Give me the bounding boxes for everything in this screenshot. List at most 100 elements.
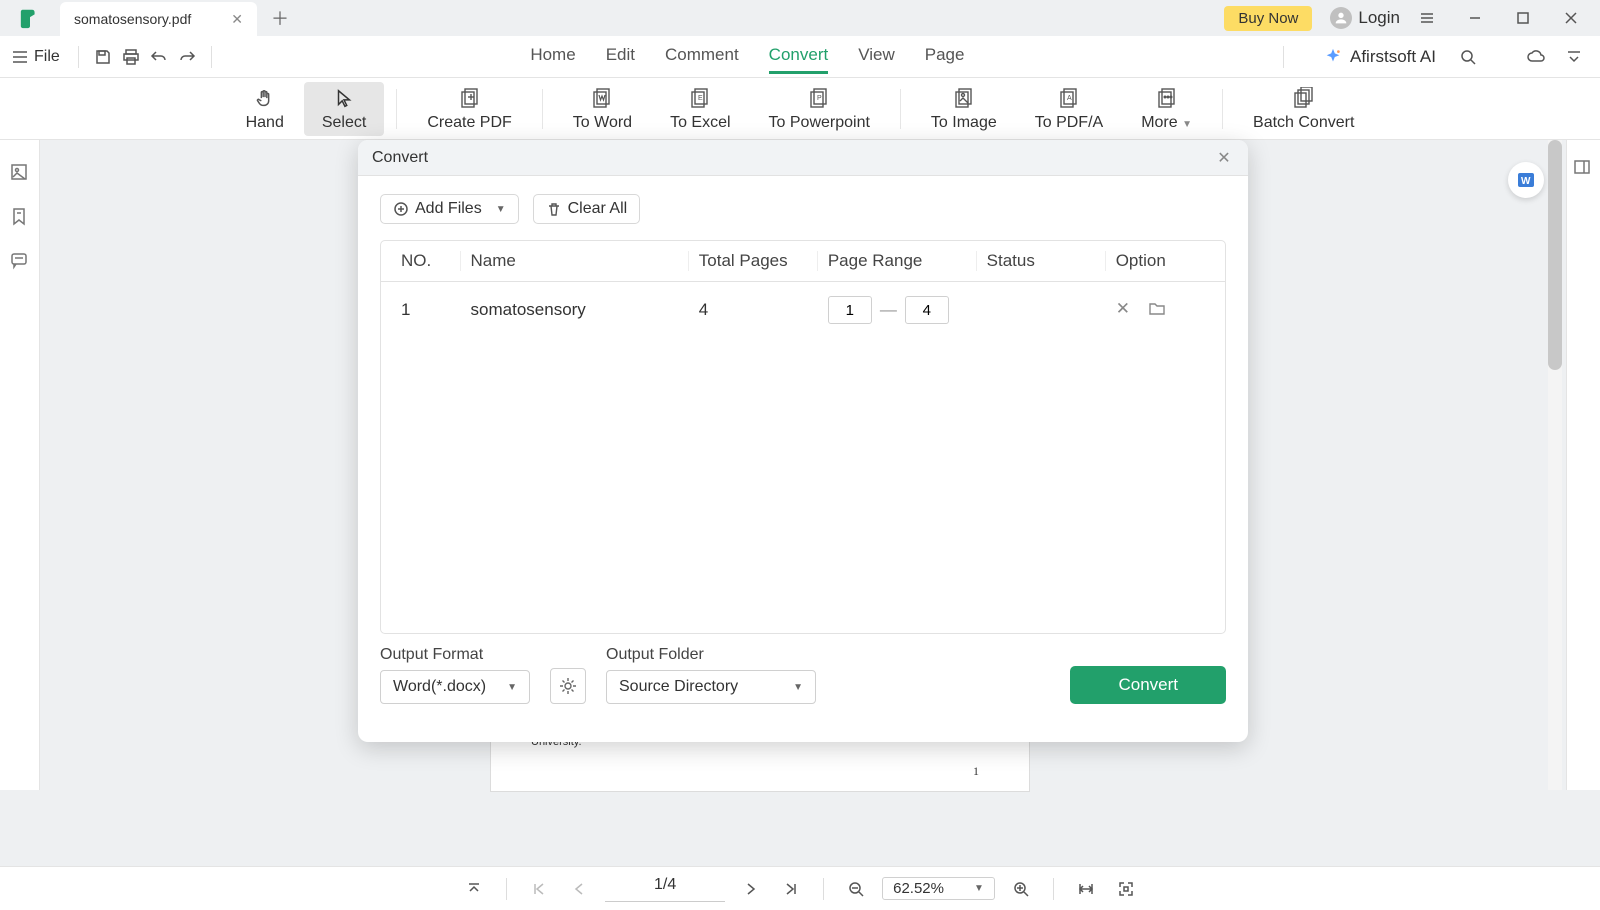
scroll-top-icon[interactable]	[460, 875, 488, 903]
save-icon[interactable]	[89, 43, 117, 71]
range-dash: —	[880, 300, 897, 320]
search-icon[interactable]	[1454, 43, 1482, 71]
file-menu[interactable]: File	[12, 48, 60, 66]
new-tab-button[interactable]: ＋	[271, 5, 289, 31]
to-pdfa-tool[interactable]: A To PDF/A	[1017, 82, 1121, 136]
tab-home[interactable]: Home	[530, 39, 575, 74]
more-tool[interactable]: More ▼	[1123, 82, 1210, 136]
ai-brand-label: Afirstsoft AI	[1350, 47, 1436, 67]
svg-text:E: E	[698, 95, 703, 102]
hamburger-menu-icon[interactable]	[1406, 3, 1448, 33]
login-button[interactable]: Login	[1330, 7, 1400, 29]
word-float-button[interactable]: W	[1508, 162, 1544, 198]
convert-dialog: Convert ✕ Add Files ▼ Clear All NO. Name	[358, 140, 1248, 742]
divider	[900, 89, 901, 129]
undo-icon[interactable]	[145, 43, 173, 71]
output-folder-select[interactable]: Source Directory ▼	[606, 670, 816, 704]
vertical-scrollbar[interactable]	[1548, 140, 1562, 790]
output-format-select[interactable]: Word(*.docx) ▼	[380, 670, 530, 704]
add-files-button[interactable]: Add Files ▼	[380, 194, 519, 224]
batch-convert-tool[interactable]: Batch Convert	[1235, 82, 1372, 136]
dialog-close-icon[interactable]: ✕	[1214, 148, 1234, 168]
tab-edit[interactable]: Edit	[606, 39, 635, 74]
thumbnails-icon[interactable]	[9, 162, 31, 184]
more-label: More ▼	[1141, 114, 1192, 132]
clear-all-button[interactable]: Clear All	[533, 194, 641, 224]
range-to-input[interactable]	[905, 296, 949, 324]
next-page-icon[interactable]	[737, 875, 765, 903]
divider	[396, 89, 397, 129]
zoom-in-icon[interactable]	[1007, 875, 1035, 903]
minimize-button[interactable]	[1454, 3, 1496, 33]
bookmarks-icon[interactable]	[9, 206, 31, 228]
to-word-tool[interactable]: To Word	[555, 82, 650, 136]
ai-brand-button[interactable]: Afirstsoft AI	[1324, 47, 1436, 67]
first-page-icon[interactable]	[525, 875, 553, 903]
svg-text:P: P	[817, 95, 822, 102]
output-folder-value: Source Directory	[619, 678, 738, 696]
select-tool[interactable]: Select	[304, 82, 384, 136]
batch-convert-label: Batch Convert	[1253, 114, 1354, 132]
table-header: NO. Name Total Pages Page Range Status O…	[381, 241, 1225, 282]
convert-button[interactable]: Convert	[1070, 666, 1226, 704]
maximize-button[interactable]	[1502, 3, 1544, 33]
open-folder-icon[interactable]	[1148, 299, 1166, 322]
dialog-title: Convert	[372, 149, 428, 167]
collapse-ribbon-icon[interactable]	[1560, 43, 1588, 71]
page-number: 1	[973, 764, 979, 779]
comments-icon[interactable]	[9, 250, 31, 272]
redo-icon[interactable]	[173, 43, 201, 71]
print-icon[interactable]	[117, 43, 145, 71]
hand-label: Hand	[246, 114, 284, 132]
panel-toggle-icon[interactable]	[1573, 158, 1595, 180]
col-page-range: Page Range	[818, 251, 977, 271]
fit-page-icon[interactable]	[1112, 875, 1140, 903]
prev-page-icon[interactable]	[565, 875, 593, 903]
hand-tool[interactable]: Hand	[228, 82, 302, 136]
files-table: NO. Name Total Pages Page Range Status O…	[380, 240, 1226, 634]
tab-page[interactable]: Page	[925, 39, 965, 74]
create-pdf-label: Create PDF	[427, 114, 511, 132]
close-tab-icon[interactable]: ✕	[231, 11, 243, 28]
window-close-button[interactable]	[1550, 3, 1592, 33]
svg-text:W: W	[1521, 176, 1531, 187]
cloud-icon[interactable]	[1522, 43, 1550, 71]
fit-width-icon[interactable]	[1072, 875, 1100, 903]
zoom-out-icon[interactable]	[842, 875, 870, 903]
to-image-tool[interactable]: To Image	[913, 82, 1015, 136]
tab-convert[interactable]: Convert	[769, 39, 829, 74]
buy-now-button[interactable]: Buy Now	[1224, 6, 1312, 31]
divider	[506, 878, 507, 900]
dialog-header: Convert ✕	[358, 140, 1248, 176]
page-indicator[interactable]: 1/4	[605, 876, 725, 902]
sparkle-icon	[1324, 48, 1342, 66]
chevron-down-icon: ▼	[793, 682, 803, 693]
more-icon	[1154, 86, 1180, 112]
pdfa-icon: A	[1056, 86, 1082, 112]
gear-icon	[559, 677, 577, 695]
document-tab[interactable]: somatosensory.pdf ✕	[60, 2, 257, 36]
output-format-label: Output Format	[380, 646, 530, 664]
range-from-input[interactable]	[828, 296, 872, 324]
zoom-select[interactable]: 62.52% ▼	[882, 877, 995, 900]
col-total-pages: Total Pages	[689, 251, 818, 271]
to-excel-tool[interactable]: E To Excel	[652, 82, 748, 136]
tab-comment[interactable]: Comment	[665, 39, 739, 74]
to-powerpoint-label: To Powerpoint	[769, 114, 870, 132]
row-name: somatosensory	[461, 300, 689, 320]
left-sidebar	[0, 140, 40, 790]
last-page-icon[interactable]	[777, 875, 805, 903]
scrollbar-thumb[interactable]	[1548, 140, 1562, 370]
tab-view[interactable]: View	[858, 39, 895, 74]
to-powerpoint-tool[interactable]: P To Powerpoint	[751, 82, 888, 136]
to-pdfa-label: To PDF/A	[1035, 114, 1103, 132]
remove-row-icon[interactable]: ✕	[1116, 299, 1130, 322]
chevron-down-icon: ▼	[974, 883, 984, 894]
create-pdf-tool[interactable]: Create PDF	[409, 82, 529, 136]
col-option: Option	[1106, 251, 1205, 271]
output-format-value: Word(*.docx)	[393, 678, 486, 696]
to-excel-label: To Excel	[670, 114, 730, 132]
settings-button[interactable]	[550, 668, 586, 704]
col-name: Name	[461, 251, 689, 271]
hand-icon	[252, 86, 278, 112]
